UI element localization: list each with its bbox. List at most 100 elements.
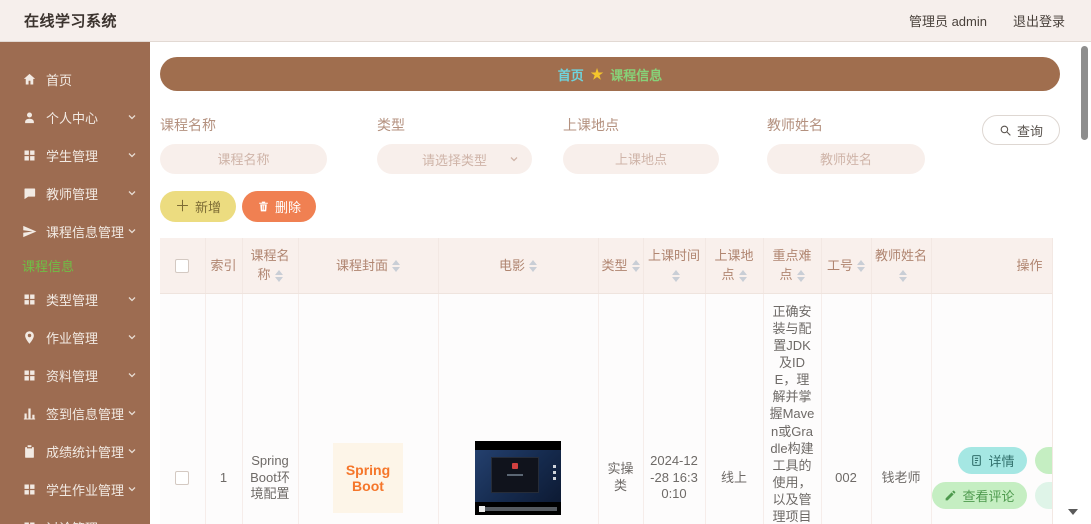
sidebar-item-discussion-management[interactable]: 讨论管理: [0, 508, 150, 524]
sort-caret-icon[interactable]: [275, 270, 283, 282]
video-menu-dots: [553, 465, 556, 480]
sort-caret-icon[interactable]: [632, 260, 640, 272]
sidebar-item-personal-center[interactable]: 个人中心: [0, 98, 150, 136]
grid-icon: [22, 148, 37, 163]
star-icon: ★: [591, 66, 604, 83]
sidebar-item-grade-stats-management[interactable]: 成绩统计管理: [0, 432, 150, 470]
sidebar-item-label: 作业管理: [46, 328, 126, 347]
view-comments-button[interactable]: 查看评论: [932, 482, 1026, 509]
pin-icon: [22, 330, 37, 345]
column-header-label: 类型: [602, 258, 628, 273]
sidebar-item-homework-management[interactable]: 作业管理: [0, 318, 150, 356]
course-cover-image[interactable]: Spring Boot: [333, 443, 403, 513]
home-icon: [22, 72, 37, 87]
table-header-row: 索引课程名称课程封面 电影 类型 上课时间上课地点重点难点工号 教师姓名操作: [160, 238, 1053, 293]
sidebar-item-label: 资料管理: [46, 366, 126, 385]
sort-caret-icon[interactable]: [529, 260, 537, 272]
select-all-checkbox[interactable]: [175, 259, 189, 273]
column-header-label: 工号: [827, 258, 853, 273]
grid-icon: [22, 292, 37, 307]
column-header[interactable]: 电影: [438, 238, 598, 293]
breadcrumb-current: 课程信息: [610, 65, 662, 84]
search-icon: [999, 124, 1012, 137]
sort-caret-icon[interactable]: [392, 260, 400, 272]
chevron-down-icon: [508, 153, 520, 165]
sidebar-item-label: 课程信息管理: [46, 222, 126, 241]
logout-link[interactable]: 退出登录: [1013, 11, 1065, 30]
select-all-header[interactable]: [160, 238, 205, 293]
type-select-placeholder: 请选择类型: [422, 150, 487, 169]
filter-bar: 课程名称 类型 请选择类型 上课地点: [160, 115, 1060, 174]
action-button-partial[interactable]: [1035, 447, 1054, 474]
sidebar-item-type-management[interactable]: 类型管理: [0, 280, 150, 318]
plus-icon: ＋: [175, 199, 190, 214]
grid-icon: [22, 368, 37, 383]
chevron-down-icon: [126, 445, 138, 457]
video-progress-knob: [479, 506, 485, 512]
course-cover-text: Spring Boot: [342, 462, 394, 494]
trash-icon: [257, 200, 270, 213]
sidebar-item-label: 首页: [46, 70, 138, 89]
column-header[interactable]: 课程名称: [242, 238, 298, 293]
sidebar-item-home[interactable]: 首页: [0, 60, 150, 98]
teacher-name-input[interactable]: [767, 144, 925, 174]
class-time-cell: 2024-12-28 16:30:10: [643, 293, 705, 524]
column-header[interactable]: 工号: [821, 238, 871, 293]
vertical-scrollbar[interactable]: [1081, 46, 1088, 140]
sidebar-item-material-management[interactable]: 资料管理: [0, 356, 150, 394]
row-index: 1: [205, 293, 242, 524]
add-button[interactable]: ＋ 新增: [160, 191, 236, 222]
column-header: 索引: [205, 238, 242, 293]
chevron-down-icon: [126, 407, 138, 419]
column-header[interactable]: 教师姓名: [871, 238, 931, 293]
table-row: 1 Spring Boot环境配置 Spring Boot: [160, 293, 1053, 524]
course-video-thumbnail[interactable]: [475, 441, 561, 515]
column-header-label: 操作: [1016, 258, 1042, 273]
row-checkbox[interactable]: [175, 471, 189, 485]
sidebar-item-teacher-management[interactable]: 教师管理: [0, 174, 150, 212]
sort-caret-icon[interactable]: [857, 260, 865, 272]
search-button[interactable]: 查询: [982, 115, 1060, 145]
column-header[interactable]: 上课地点: [705, 238, 763, 293]
breadcrumb-home-link[interactable]: 首页: [558, 65, 584, 84]
location-input[interactable]: [563, 144, 719, 174]
type-select[interactable]: 请选择类型: [377, 144, 532, 174]
sidebar-item-label: 签到信息管理: [46, 404, 126, 423]
video-desktop-background: [475, 450, 561, 502]
sidebar-item-checkin-info-management[interactable]: 签到信息管理: [0, 394, 150, 432]
row-actions: 详情 查看评论: [937, 447, 1054, 509]
action-button-partial[interactable]: [1035, 482, 1054, 509]
sidebar-item-student-homework-management[interactable]: 学生作业管理: [0, 470, 150, 508]
sidebar-item-student-management[interactable]: 学生管理: [0, 136, 150, 174]
sort-caret-icon[interactable]: [899, 270, 907, 282]
column-header-label: 上课时间: [648, 248, 700, 263]
column-header[interactable]: 上课时间: [643, 238, 705, 293]
delete-button[interactable]: 删除: [242, 191, 316, 222]
breadcrumb: 首页 ★ 课程信息: [160, 57, 1060, 91]
sidebar-subitem-course-info-active[interactable]: 课程信息: [0, 250, 150, 280]
detail-button[interactable]: 详情: [958, 447, 1026, 474]
sidebar-item-course-info-management[interactable]: 课程信息管理: [0, 212, 150, 250]
chart-icon: [22, 406, 37, 421]
course-name-input[interactable]: [160, 144, 327, 174]
teacher-name-label: 教师姓名: [767, 115, 925, 135]
location-label: 上课地点: [563, 115, 719, 135]
chat-icon: [22, 186, 37, 201]
sidebar-item-label: 学生管理: [46, 146, 126, 165]
column-header-label: 教师姓名: [875, 248, 927, 263]
sort-caret-icon[interactable]: [797, 270, 805, 282]
toolbar: ＋ 新增 删除: [160, 191, 1060, 222]
column-header-label: 电影: [499, 258, 525, 273]
sort-caret-icon[interactable]: [672, 270, 680, 282]
chevron-down-icon: [126, 331, 138, 343]
column-header[interactable]: 重点难点: [763, 238, 821, 293]
column-header[interactable]: 类型: [598, 238, 643, 293]
pencil-icon: [944, 489, 957, 502]
type-label: 类型: [377, 115, 532, 135]
app-title: 在线学习系统: [24, 10, 117, 31]
column-header[interactable]: 课程封面: [298, 238, 438, 293]
chevron-down-icon: [126, 187, 138, 199]
chevron-down-icon: [126, 149, 138, 161]
location-cell: 线上: [705, 293, 763, 524]
sort-caret-icon[interactable]: [739, 270, 747, 282]
